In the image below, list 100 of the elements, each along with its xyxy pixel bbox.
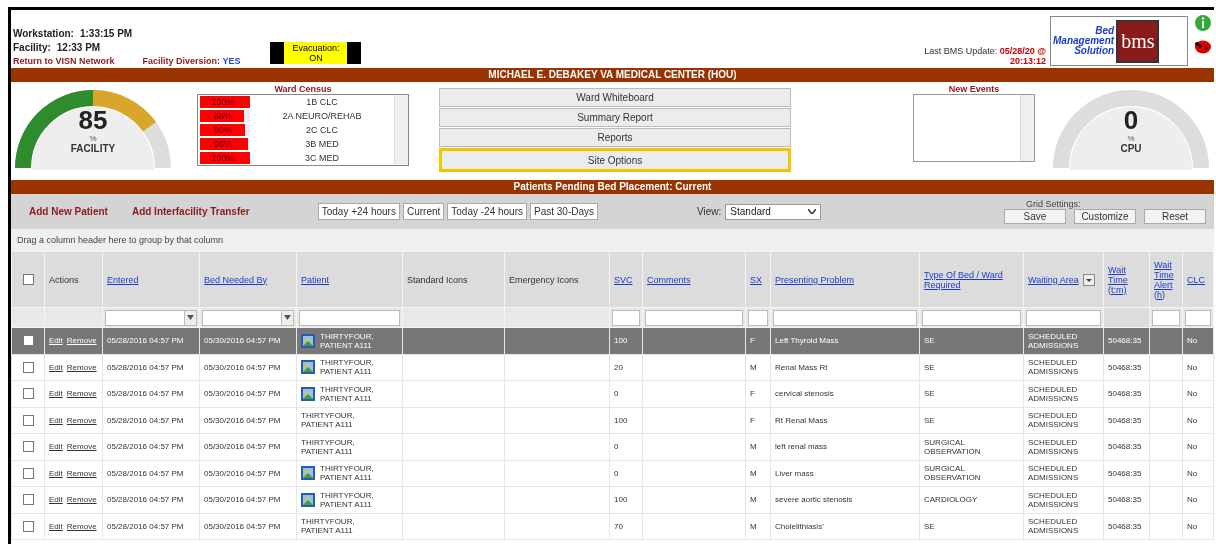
- table-cell: F: [745, 327, 771, 354]
- remove-link[interactable]: Remove: [66, 521, 97, 531]
- ward-name[interactable]: 3B MED: [250, 139, 394, 149]
- remove-link[interactable]: Remove: [66, 442, 97, 452]
- remove-link[interactable]: Remove: [66, 336, 97, 346]
- edit-link[interactable]: Edit: [49, 521, 63, 531]
- remove-link[interactable]: Remove: [66, 415, 97, 425]
- remove-link[interactable]: Remove: [66, 495, 97, 505]
- evacuation-badge: Evacuation: ON: [270, 42, 362, 64]
- row-checkbox[interactable]: [22, 520, 34, 532]
- row-checkbox[interactable]: [22, 467, 34, 479]
- patient-row[interactable]: Edit Remove 05/28/2016 04:57 PM 05/30/2016 04:57 PM THIRTYFOUR, PATIENT A111 0 M Liver mass SURGICAL OBSERVATION SCHEDULED ADMISSIONS 50468:35 No: [11, 460, 1214, 487]
- table-cell: 05/28/2016 04:57 PM: [102, 407, 200, 434]
- table-cell: 100: [609, 407, 643, 434]
- grid-button[interactable]: Customize: [1074, 209, 1136, 224]
- patient-row[interactable]: Edit Remove 05/28/2016 04:57 PM 05/30/2016 04:57 PM THIRTYFOUR, PATIENT A111 100 M severe aortic stenosis CARDIOLOGY SCHEDULED ADMISSIONS 50468:35 No: [11, 486, 1214, 513]
- column-header-link[interactable]: Patient: [301, 274, 330, 285]
- table-cell: 0: [609, 433, 643, 460]
- table-cell: No: [1182, 486, 1214, 513]
- ward-name[interactable]: 2C CLC: [250, 125, 394, 135]
- time-filter-button[interactable]: Current: [402, 203, 445, 220]
- table-cell: M: [745, 486, 771, 513]
- edit-link[interactable]: Edit: [49, 415, 63, 425]
- edit-link[interactable]: Edit: [49, 336, 63, 346]
- remove-link[interactable]: Remove: [66, 389, 97, 399]
- table-cell: 50468:35: [1103, 486, 1150, 513]
- grid-button[interactable]: Save: [1004, 209, 1066, 224]
- filter-field[interactable]: [1152, 309, 1180, 326]
- toolbar-link[interactable]: Add New Patient: [29, 206, 108, 217]
- scroll-bar[interactable]: [394, 95, 408, 165]
- table-cell: SCHEDULED ADMISSIONS: [1023, 327, 1104, 354]
- patient-row[interactable]: Edit Remove 05/28/2016 04:57 PM 05/30/2016 04:57 PM THIRTYFOUR, PATIENT A111 100 F Rt Renal Mass SE SCHEDULED ADMISSIONS 50468:35 No: [11, 407, 1214, 434]
- grid-settings-label: Grid Settings:: [1026, 199, 1081, 209]
- edit-link[interactable]: Edit: [49, 389, 63, 399]
- ladybug-icon[interactable]: [1194, 38, 1212, 54]
- column-header-link[interactable]: Bed Needed By: [204, 274, 268, 285]
- table-cell: 70: [609, 513, 643, 540]
- filter-dropdown[interactable]: [202, 309, 294, 326]
- edit-link[interactable]: Edit: [49, 442, 63, 452]
- table-cell: 100: [609, 486, 643, 513]
- filter-field[interactable]: [1026, 309, 1101, 326]
- table-cell: SCHEDULED ADMISSIONS: [1023, 380, 1104, 407]
- row-checkbox[interactable]: [22, 441, 34, 453]
- time-filter-button[interactable]: Past 30-Days: [530, 203, 599, 220]
- last-update-text: Last BMS Update: 05/28/20 @ 20:13:12: [923, 46, 1046, 66]
- remove-link[interactable]: Remove: [66, 468, 97, 478]
- toolbar-link[interactable]: Add Interfacility Transfer: [131, 206, 250, 217]
- column-header-link[interactable]: CLC: [1187, 274, 1205, 285]
- column-header-link[interactable]: Waiting Area: [1028, 274, 1079, 285]
- edit-link[interactable]: Edit: [49, 468, 63, 478]
- time-filter-button[interactable]: Today -24 hours: [447, 203, 527, 220]
- ward-name[interactable]: 3C MED: [250, 153, 394, 163]
- menu-button[interactable]: Reports: [439, 128, 791, 147]
- table-cell: Cholelithiasis': [770, 513, 920, 540]
- column-header-link[interactable]: SVC: [614, 274, 633, 285]
- column-header-link[interactable]: SX: [750, 274, 762, 285]
- table-cell: No: [1182, 327, 1214, 354]
- section-title-bar: Patients Pending Bed Placement: Current: [11, 180, 1214, 194]
- table-cell: Rt Renal Mass: [770, 407, 920, 434]
- filter-field[interactable]: [612, 309, 640, 326]
- patient-row[interactable]: Edit Remove 05/28/2016 04:57 PM 05/30/2016 04:57 PM THIRTYFOUR, PATIENT A111 70 M Cholelithiasis' SE SCHEDULED ADMISSIONS 50468:35 No: [11, 513, 1214, 540]
- view-select[interactable]: Standard: [725, 203, 822, 220]
- filter-field[interactable]: [1185, 309, 1211, 326]
- column-header-link[interactable]: Entered: [107, 274, 139, 285]
- filter-field[interactable]: [773, 309, 917, 326]
- column-header-link[interactable]: Presenting Problem: [775, 274, 855, 285]
- filter-field[interactable]: [922, 309, 1021, 326]
- patient-row[interactable]: Edit Remove 05/28/2016 04:57 PM 05/30/2016 04:57 PM THIRTYFOUR, PATIENT A111 20 M Renal Mass Rt SE SCHEDULED ADMISSIONS 50468:35 No: [11, 354, 1214, 381]
- patient-row[interactable]: Edit Remove 05/28/2016 04:57 PM 05/30/2016 04:57 PM THIRTYFOUR, PATIENT A111 0 F cervical stenosis SE SCHEDULED ADMISSIONS 50468:35 No: [11, 380, 1214, 407]
- grid-button[interactable]: Reset: [1144, 209, 1206, 224]
- filter-dropdown[interactable]: [105, 309, 197, 326]
- row-checkbox[interactable]: [22, 494, 34, 506]
- scroll-bar[interactable]: [1020, 95, 1034, 161]
- select-all-checkbox[interactable]: [22, 274, 34, 285]
- row-checkbox[interactable]: [22, 388, 34, 400]
- remove-link[interactable]: Remove: [66, 362, 97, 372]
- info-icon[interactable]: [1194, 14, 1212, 32]
- edit-link[interactable]: Edit: [49, 362, 63, 372]
- caret-icon: [187, 315, 194, 320]
- menu-button[interactable]: Ward Whiteboard: [439, 88, 791, 107]
- filter-field[interactable]: [645, 309, 743, 326]
- column-header-link[interactable]: Comments: [647, 274, 691, 285]
- menu-button[interactable]: Site Options: [439, 148, 791, 172]
- diversion-status: Facility Diversion: YES: [142, 56, 241, 66]
- edit-link[interactable]: Edit: [49, 495, 63, 505]
- column-header: Actions: [49, 274, 79, 285]
- time-filter-button[interactable]: Today +24 hours: [317, 203, 400, 220]
- patient-row[interactable]: Edit Remove 05/28/2016 04:57 PM 05/30/2016 04:57 PM THIRTYFOUR, PATIENT A111 100 F Left Thyroid Mass SE SCHEDULED ADMISSIONS 50468:35 No: [11, 327, 1214, 354]
- row-checkbox[interactable]: [22, 335, 34, 347]
- column-menu-icon[interactable]: [1082, 273, 1095, 286]
- row-checkbox[interactable]: [22, 414, 34, 426]
- table-cell: 50468:35: [1103, 354, 1150, 381]
- ward-name[interactable]: 2A NEURO/REHAB: [250, 111, 394, 121]
- patient-row[interactable]: Edit Remove 05/28/2016 04:57 PM 05/30/2016 04:57 PM THIRTYFOUR, PATIENT A111 0 M left renal mass SURGICAL OBSERVATION SCHEDULED ADMISSIONS 50468:35 No: [11, 433, 1214, 460]
- filter-field[interactable]: [299, 309, 400, 326]
- ward-name[interactable]: 1B CLC: [250, 97, 394, 107]
- menu-button[interactable]: Summary Report: [439, 108, 791, 127]
- return-link[interactable]: Return to VISN Network: [13, 56, 115, 66]
- row-checkbox[interactable]: [22, 361, 34, 373]
- filter-field[interactable]: [748, 309, 768, 326]
